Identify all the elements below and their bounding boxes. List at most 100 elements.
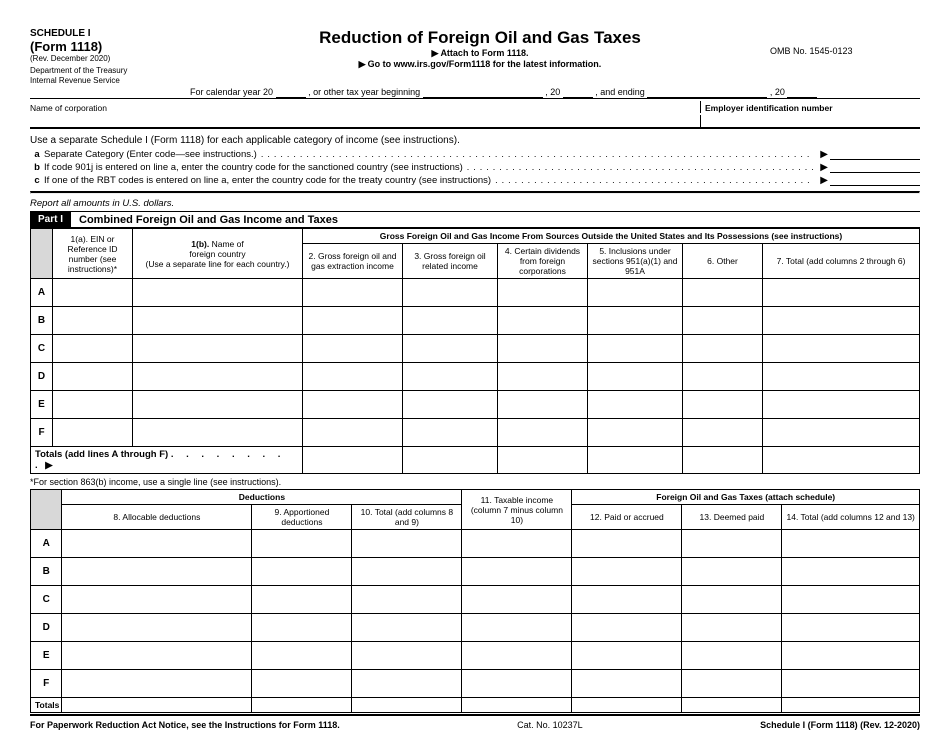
cell-1b[interactable] [133, 335, 303, 363]
cell-1a[interactable] [53, 335, 133, 363]
cell-5[interactable] [588, 391, 683, 419]
cell-7[interactable] [763, 419, 920, 447]
cell-1a[interactable] [53, 307, 133, 335]
line-c-input[interactable] [830, 176, 920, 186]
cell-12[interactable] [572, 586, 682, 614]
cell-12[interactable] [572, 614, 682, 642]
cell-1a[interactable] [53, 419, 133, 447]
cell-2[interactable] [303, 335, 403, 363]
cell-6[interactable] [683, 419, 763, 447]
total-2[interactable] [303, 447, 403, 474]
line-a-input[interactable] [830, 150, 920, 160]
year1-input[interactable] [276, 87, 306, 98]
cell-12[interactable] [572, 558, 682, 586]
cell-11[interactable] [462, 642, 572, 670]
cell-1b[interactable] [133, 391, 303, 419]
cell-2[interactable] [303, 363, 403, 391]
cell-10[interactable] [352, 642, 462, 670]
cell-9[interactable] [252, 642, 352, 670]
cell-3[interactable] [403, 391, 498, 419]
cell-1b[interactable] [133, 307, 303, 335]
cell-9[interactable] [252, 586, 352, 614]
total-12[interactable] [572, 698, 682, 713]
cell-12[interactable] [572, 670, 682, 698]
cell-13[interactable] [682, 586, 782, 614]
cell-5[interactable] [588, 307, 683, 335]
name-of-corp-input[interactable] [30, 115, 700, 127]
cell-2[interactable] [303, 391, 403, 419]
cell-14[interactable] [782, 530, 920, 558]
cell-8[interactable] [62, 614, 252, 642]
cell-7[interactable] [763, 307, 920, 335]
cell-8[interactable] [62, 670, 252, 698]
cell-13[interactable] [682, 642, 782, 670]
cell-4[interactable] [498, 307, 588, 335]
cell-6[interactable] [683, 335, 763, 363]
cell-10[interactable] [352, 530, 462, 558]
cell-3[interactable] [403, 335, 498, 363]
cell-1a[interactable] [53, 279, 133, 307]
cell-4[interactable] [498, 391, 588, 419]
cell-13[interactable] [682, 670, 782, 698]
cell-1b[interactable] [133, 279, 303, 307]
cell-14[interactable] [782, 614, 920, 642]
cell-7[interactable] [763, 279, 920, 307]
total-3[interactable] [403, 447, 498, 474]
cell-10[interactable] [352, 670, 462, 698]
total-7[interactable] [763, 447, 920, 474]
cell-12[interactable] [572, 642, 682, 670]
cell-11[interactable] [462, 586, 572, 614]
cell-10[interactable] [352, 586, 462, 614]
cell-7[interactable] [763, 363, 920, 391]
total-6[interactable] [683, 447, 763, 474]
cell-5[interactable] [588, 419, 683, 447]
cell-7[interactable] [763, 335, 920, 363]
cell-3[interactable] [403, 363, 498, 391]
cell-6[interactable] [683, 391, 763, 419]
cell-5[interactable] [588, 279, 683, 307]
cell-10[interactable] [352, 614, 462, 642]
year2-input[interactable] [563, 87, 593, 98]
year3-input[interactable] [787, 87, 817, 98]
cell-2[interactable] [303, 419, 403, 447]
cell-8[interactable] [62, 558, 252, 586]
cell-11[interactable] [462, 614, 572, 642]
cell-8[interactable] [62, 642, 252, 670]
cell-6[interactable] [683, 307, 763, 335]
cell-5[interactable] [588, 363, 683, 391]
cell-11[interactable] [462, 530, 572, 558]
cell-1b[interactable] [133, 419, 303, 447]
cell-13[interactable] [682, 558, 782, 586]
cell-9[interactable] [252, 558, 352, 586]
cell-14[interactable] [782, 670, 920, 698]
total-11[interactable] [462, 698, 572, 713]
cell-2[interactable] [303, 279, 403, 307]
cell-14[interactable] [782, 642, 920, 670]
total-14[interactable] [782, 698, 920, 713]
cell-3[interactable] [403, 279, 498, 307]
cell-10[interactable] [352, 558, 462, 586]
cell-9[interactable] [252, 614, 352, 642]
cell-7[interactable] [763, 391, 920, 419]
end-input[interactable] [647, 87, 767, 98]
line-b-input[interactable] [830, 163, 920, 173]
cell-8[interactable] [62, 586, 252, 614]
cell-8[interactable] [62, 530, 252, 558]
cell-14[interactable] [782, 558, 920, 586]
total-10[interactable] [352, 698, 462, 713]
cell-2[interactable] [303, 307, 403, 335]
total-13[interactable] [682, 698, 782, 713]
cell-9[interactable] [252, 670, 352, 698]
cell-12[interactable] [572, 530, 682, 558]
cell-6[interactable] [683, 363, 763, 391]
cell-1b[interactable] [133, 363, 303, 391]
cell-11[interactable] [462, 558, 572, 586]
total-4[interactable] [498, 447, 588, 474]
cell-1a[interactable] [53, 391, 133, 419]
cell-13[interactable] [682, 614, 782, 642]
cell-13[interactable] [682, 530, 782, 558]
cell-5[interactable] [588, 335, 683, 363]
cell-3[interactable] [403, 307, 498, 335]
cell-4[interactable] [498, 419, 588, 447]
total-5[interactable] [588, 447, 683, 474]
